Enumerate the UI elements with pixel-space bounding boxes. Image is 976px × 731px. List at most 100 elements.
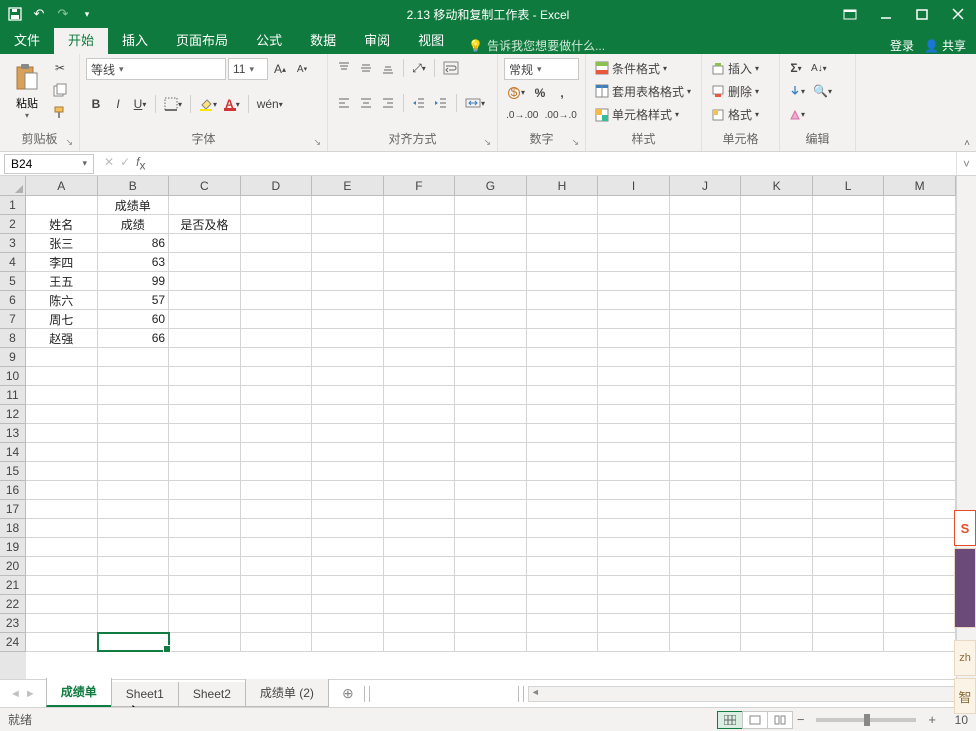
cell[interactable]	[741, 253, 813, 272]
phonetic-button[interactable]: wén▾	[254, 94, 286, 114]
cell[interactable]	[169, 633, 241, 652]
cell[interactable]	[741, 462, 813, 481]
cell[interactable]: 63	[98, 253, 170, 272]
cell[interactable]	[813, 405, 885, 424]
cell[interactable]	[26, 557, 98, 576]
cell[interactable]	[169, 443, 241, 462]
cell[interactable]	[241, 272, 313, 291]
cell[interactable]	[241, 500, 313, 519]
cell[interactable]: 王五	[26, 272, 98, 291]
format-painter-icon[interactable]	[50, 102, 70, 122]
row-header[interactable]: 24	[0, 633, 26, 652]
cell[interactable]	[598, 595, 670, 614]
cell[interactable]	[455, 614, 527, 633]
ribbon-tab-0[interactable]: 文件	[0, 25, 54, 54]
cell[interactable]	[527, 443, 599, 462]
cell[interactable]	[169, 614, 241, 633]
number-launcher-icon[interactable]: ↘	[571, 137, 579, 148]
number-format-combo[interactable]: 常规▾	[504, 58, 579, 80]
cell[interactable]	[384, 291, 456, 310]
expand-formula-bar-icon[interactable]: ˅	[956, 152, 976, 175]
cell[interactable]	[384, 595, 456, 614]
cell[interactable]	[384, 253, 456, 272]
cell[interactable]	[455, 424, 527, 443]
cell[interactable]	[312, 557, 384, 576]
cell[interactable]	[598, 424, 670, 443]
cell[interactable]	[169, 291, 241, 310]
cell[interactable]	[813, 215, 885, 234]
cell[interactable]	[741, 614, 813, 633]
fill-icon[interactable]: ▾	[786, 81, 808, 101]
cell[interactable]	[527, 424, 599, 443]
cell[interactable]	[598, 557, 670, 576]
cell[interactable]	[813, 253, 885, 272]
cell[interactable]	[813, 481, 885, 500]
cell[interactable]	[670, 424, 742, 443]
column-headers[interactable]: ABCDEFGHIJKLM	[26, 176, 956, 196]
cell[interactable]	[527, 329, 599, 348]
cell[interactable]	[169, 272, 241, 291]
cell[interactable]	[741, 348, 813, 367]
cells-area[interactable]: 成绩单姓名成绩是否及格张三86李四63王五99陈六57周七60赵强66	[26, 196, 956, 679]
cell[interactable]	[670, 386, 742, 405]
normal-view-button[interactable]	[717, 711, 743, 729]
cell[interactable]	[312, 500, 384, 519]
cell[interactable]	[884, 633, 956, 652]
column-header[interactable]: J	[670, 176, 742, 196]
cell[interactable]	[26, 538, 98, 557]
zoom-in-button[interactable]: +	[924, 712, 940, 727]
cell[interactable]	[670, 329, 742, 348]
cell[interactable]	[384, 386, 456, 405]
row-header[interactable]: 20	[0, 557, 26, 576]
row-header[interactable]: 12	[0, 405, 26, 424]
cell[interactable]	[98, 576, 170, 595]
sheet-tab[interactable]: Sheet2	[178, 682, 246, 707]
cell[interactable]	[98, 557, 170, 576]
cell[interactable]	[384, 196, 456, 215]
fill-color-icon[interactable]: ▾	[196, 94, 220, 114]
cell[interactable]	[312, 462, 384, 481]
cell[interactable]	[98, 405, 170, 424]
cell[interactable]	[169, 519, 241, 538]
font-launcher-icon[interactable]: ↘	[313, 137, 321, 148]
cell[interactable]	[241, 595, 313, 614]
cell[interactable]	[312, 234, 384, 253]
cell[interactable]	[527, 595, 599, 614]
cell[interactable]	[884, 329, 956, 348]
cell[interactable]	[98, 386, 170, 405]
cell[interactable]	[241, 462, 313, 481]
cell[interactable]	[455, 272, 527, 291]
minimize-icon[interactable]	[868, 0, 904, 28]
autosum-icon[interactable]: Σ▾	[786, 58, 806, 78]
cell[interactable]	[670, 557, 742, 576]
cell[interactable]	[384, 500, 456, 519]
cell[interactable]	[169, 367, 241, 386]
row-header[interactable]: 22	[0, 595, 26, 614]
cell[interactable]	[813, 538, 885, 557]
row-header[interactable]: 10	[0, 367, 26, 386]
decrease-font-icon[interactable]: A▾	[292, 59, 312, 79]
cell[interactable]	[26, 386, 98, 405]
cell[interactable]	[670, 234, 742, 253]
cell[interactable]	[670, 291, 742, 310]
fx-icon[interactable]: fx	[136, 155, 145, 172]
cell[interactable]	[26, 595, 98, 614]
close-icon[interactable]	[940, 0, 976, 28]
cell[interactable]	[741, 595, 813, 614]
cell[interactable]	[527, 557, 599, 576]
cell[interactable]: 99	[98, 272, 170, 291]
cell[interactable]	[741, 481, 813, 500]
cell[interactable]	[26, 443, 98, 462]
cell[interactable]	[26, 614, 98, 633]
delete-cells-button[interactable]: 删除▾	[708, 81, 762, 101]
cell[interactable]	[670, 196, 742, 215]
cell[interactable]	[813, 595, 885, 614]
cell[interactable]	[312, 424, 384, 443]
ribbon-options-icon[interactable]	[832, 0, 868, 28]
cell[interactable]	[455, 462, 527, 481]
zoom-out-button[interactable]: −	[793, 712, 809, 727]
cell[interactable]	[169, 576, 241, 595]
worksheet-grid[interactable]: ABCDEFGHIJKLM 12345678910111213141516171…	[0, 176, 956, 679]
format-as-table-button[interactable]: 套用表格格式▾	[592, 81, 694, 101]
cell[interactable]	[598, 386, 670, 405]
